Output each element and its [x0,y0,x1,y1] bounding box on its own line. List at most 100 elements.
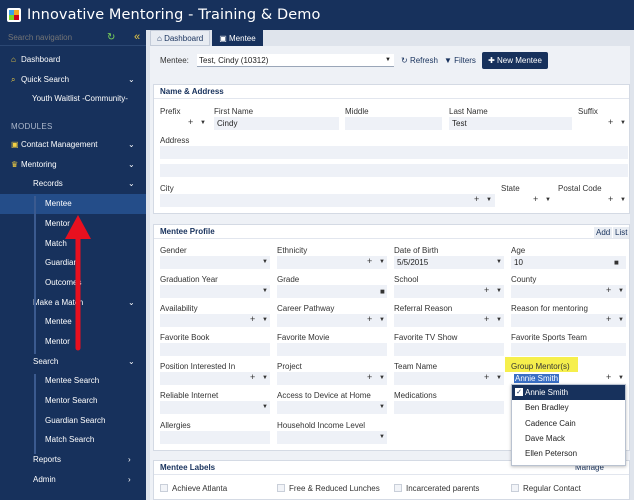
sidebar-item-guardian-search[interactable]: Guardian Search [0,411,146,431]
collapse-sidebar-icon[interactable]: « [134,31,140,43]
favorite-tv-field[interactable] [394,343,504,356]
favorite-sports-field[interactable] [511,343,626,356]
sidebar-item-label: Reports [33,455,62,465]
caret-down-icon[interactable]: ▼ [262,259,268,265]
add-icon[interactable]: + [474,194,479,204]
chevron-down-icon: ⌄ [128,140,135,150]
refresh-icon[interactable]: ↻ [107,32,115,43]
sidebar-item-youth-waitlist[interactable]: Youth Waitlist -Community- [0,89,146,109]
sidebar-item-admin[interactable]: Admin › [0,470,146,490]
dropdown-option[interactable]: Dave Mack [512,431,625,446]
state-label: State [501,184,520,193]
sidebar-item-mentee[interactable]: Mentee [0,194,146,214]
sidebar-item-mentor-search[interactable]: Mentor Search [0,391,146,411]
list-button[interactable]: List [613,227,630,238]
add-icon[interactable]: + [250,372,255,382]
grade-field [277,285,387,298]
add-icon[interactable]: + [533,194,538,204]
sidebar-item-reports[interactable]: Reports › [0,450,146,470]
caret-down-icon[interactable]: ▼ [262,317,268,323]
caret-down-icon[interactable]: ▼ [496,288,502,294]
add-icon[interactable]: + [367,314,372,324]
dropdown-option[interactable]: Ellen Peterson [512,446,625,461]
nav-search-input[interactable] [8,33,108,42]
caret-down-icon[interactable]: ▼ [262,288,268,294]
caret-down-icon[interactable]: ▼ [545,197,551,203]
dropdown-option[interactable]: Ben Bradley [512,400,625,415]
caret-down-icon[interactable]: ▼ [618,375,624,381]
tab-dashboard[interactable]: ⌂ Dashboard [150,30,211,46]
medications-field[interactable] [394,401,504,414]
add-button[interactable]: Add [594,227,613,238]
grad-year-select[interactable] [160,285,270,298]
add-icon[interactable]: + [606,314,611,324]
favorite-movie-label: Favorite Movie [277,333,330,342]
caret-down-icon[interactable]: ▼ [496,317,502,323]
label-checkbox[interactable] [160,484,168,492]
sidebar-item-records[interactable]: Records ⌄ [0,174,146,194]
sidebar-item-mentee-search[interactable]: Mentee Search [0,371,146,391]
favorite-movie-field[interactable] [277,343,387,356]
city-label: City [160,184,174,193]
income-select[interactable] [277,431,387,444]
add-icon[interactable]: + [250,314,255,324]
add-icon[interactable]: + [608,117,613,127]
add-icon[interactable]: + [367,256,372,266]
tab-mentee[interactable]: ▣ Mentee [212,30,263,46]
device-select[interactable] [277,401,387,414]
caret-down-icon[interactable]: ▼ [379,317,385,323]
caret-down-icon[interactable]: ▼ [200,120,206,126]
add-icon[interactable]: + [606,285,611,295]
caret-down-icon[interactable]: ▼ [618,317,624,323]
address-line-1-field[interactable] [160,146,628,159]
first-name-field[interactable]: Cindy [214,117,339,130]
add-icon[interactable]: + [608,194,613,204]
caret-down-icon[interactable]: ▼ [496,375,502,381]
dropdown-option[interactable]: Cadence Cain [512,416,625,431]
add-icon[interactable]: + [606,372,611,382]
caret-down-icon[interactable]: ▼ [496,259,502,265]
label-checkbox[interactable] [511,484,519,492]
caret-down-icon[interactable]: ▼ [379,375,385,381]
allergies-field[interactable] [160,431,270,444]
gender-select[interactable] [160,256,270,269]
gender-label: Gender [160,246,187,255]
device-label: Access to Device at Home [277,391,371,400]
add-icon[interactable]: + [188,117,193,127]
caret-down-icon[interactable]: ▼ [486,197,492,203]
caret-down-icon[interactable]: ▼ [262,375,268,381]
label-checkbox[interactable] [394,484,402,492]
add-icon[interactable]: + [367,372,372,382]
lock-icon: ■ [614,258,619,267]
filters-button[interactable]: ▼ Filters [444,56,476,65]
middle-field[interactable] [345,117,442,130]
caret-down-icon[interactable]: ▼ [379,259,385,265]
add-icon[interactable]: + [484,372,489,382]
last-name-field[interactable]: Test [449,117,572,130]
dropdown-option[interactable]: ✓ Annie Smith [512,385,625,401]
tab-bar: ⌂ Dashboard ▣ Mentee [150,30,265,46]
caret-down-icon[interactable]: ▼ [620,120,626,126]
refresh-button[interactable]: ↻ Refresh [401,56,438,65]
add-icon[interactable]: + [484,314,489,324]
caret-down-icon[interactable]: ▼ [379,434,385,440]
sidebar-item-mentoring[interactable]: ♛ Mentoring ⌄ [0,155,146,175]
caret-down-icon[interactable]: ▼ [620,197,626,203]
sidebar-item-search[interactable]: Search ⌄ [0,352,146,372]
address-line-2-field[interactable] [160,164,628,177]
add-icon[interactable]: + [484,285,489,295]
caret-down-icon[interactable]: ▼ [618,288,624,294]
sidebar-item-match-search[interactable]: Match Search [0,430,146,450]
caret-down-icon[interactable]: ▼ [379,404,385,410]
mentee-select[interactable]: Test, Cindy (10312) ▼ [197,54,394,67]
sidebar-item-dashboard[interactable]: ⌂ Dashboard [0,50,146,70]
new-mentee-button[interactable]: ✚ New Mentee [482,52,548,69]
label-checkbox[interactable] [277,484,285,492]
city-field[interactable] [160,194,495,207]
internet-select[interactable] [160,401,270,414]
favorite-book-field[interactable] [160,343,270,356]
dob-field[interactable]: 5/5/2015 [394,256,504,269]
sidebar-item-quick-search[interactable]: ⌕ Quick Search ⌄ [0,70,146,90]
caret-down-icon[interactable]: ▼ [262,404,268,410]
sidebar-item-contact-management[interactable]: ▣ Contact Management ⌄ [0,135,146,155]
